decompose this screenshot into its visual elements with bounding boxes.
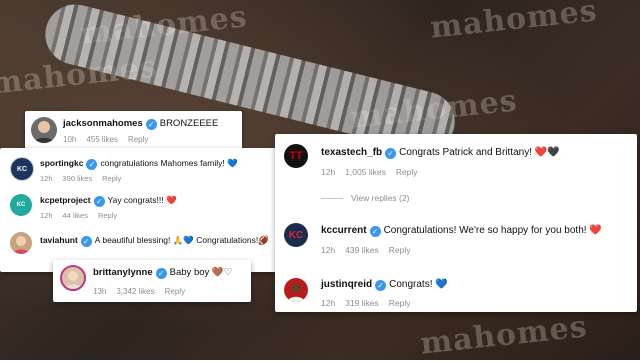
reply-button[interactable]: Reply: [389, 245, 411, 255]
comment-card-jacksonmahomes: jacksonmahomes ✓ BRONZEEEE 10h 455 likes Rep…: [25, 111, 242, 151]
comment-likes[interactable]: 1,005 likes: [345, 167, 386, 177]
comment-username[interactable]: kcpetproject: [40, 195, 91, 205]
verified-badge-icon: ✓: [86, 159, 98, 170]
comment-list-left: KC sportingkc ✓ congratulations Mahomes fa…: [0, 148, 276, 272]
avatar[interactable]: KC: [10, 194, 32, 216]
comment-text: BRONZEEEE: [159, 118, 219, 129]
reply-button[interactable]: Reply: [128, 135, 148, 144]
avatar[interactable]: [31, 117, 57, 143]
avatar[interactable]: TT: [284, 144, 308, 168]
comment-text: congratulations Mahomes family!: [100, 158, 225, 168]
comment-card-brittanylynne: brittanylynne ✓ Baby boy 🤎♡ 13h 3,342 likes…: [53, 260, 251, 302]
reply-button[interactable]: Reply: [98, 211, 117, 220]
red-heart-icon: ❤️: [534, 147, 548, 158]
kc-current-logo-icon: KC: [288, 229, 304, 241]
reply-button[interactable]: Reply: [102, 174, 121, 183]
comment-time: 10h: [63, 135, 77, 144]
comment-row: KC kcpetproject ✓ Yay congrats!!! ❤️ 12h 44…: [0, 186, 276, 226]
white-heart-icon: ♡: [223, 267, 233, 278]
comment-text: A beautiful blessing!: [94, 235, 171, 245]
comment-time: 12h: [40, 174, 53, 183]
verified-badge-icon: ✓: [385, 148, 397, 159]
comment-username[interactable]: taviahunt: [40, 235, 78, 245]
user-photo-icon: [12, 236, 30, 254]
comment-text: Baby boy: [169, 267, 210, 278]
divider: [321, 198, 343, 200]
avatar[interactable]: [60, 265, 86, 291]
black-heart-icon: 🖤: [547, 147, 560, 158]
user-photo-icon: [34, 121, 54, 143]
comment-text: Congratulations! We're so happy for you …: [383, 225, 587, 236]
avatar[interactable]: [10, 232, 32, 254]
reply-button[interactable]: Reply: [389, 298, 411, 308]
reply-button[interactable]: Reply: [165, 287, 185, 296]
reply-button[interactable]: Reply: [396, 167, 418, 177]
verified-badge-icon: ✓: [375, 280, 387, 291]
blue-heart-icon: 💙: [435, 279, 448, 290]
emoji-group-icon: 🙏💙 Congratulations!🏈: [172, 235, 269, 245]
comment-time: 12h: [321, 245, 336, 255]
comment-time: 13h: [93, 287, 107, 296]
comment-row: KC sportingkc ✓ congratulations Mahomes fa…: [0, 148, 276, 186]
comment-likes[interactable]: 455 likes: [86, 135, 118, 144]
verified-badge-icon: ✓: [80, 236, 92, 247]
avatar[interactable]: [284, 278, 308, 302]
red-heart-icon: ❤️: [166, 195, 177, 205]
sportingkc-logo-icon: KC: [16, 165, 28, 173]
texas-tech-logo-icon: TT: [289, 150, 303, 162]
comment-text: Congrats Patrick and Brittany!: [399, 147, 532, 158]
comment-list-right: TT texastech_fb ✓ Congrats Patrick and Bri…: [275, 134, 637, 312]
user-photo-icon: [64, 271, 82, 289]
comment-username[interactable]: jacksonmahomes: [63, 118, 143, 129]
comment-likes[interactable]: 390 likes: [63, 174, 93, 183]
comment-text: Congrats!: [389, 279, 433, 290]
avatar[interactable]: KC: [284, 223, 308, 247]
comment-text: Yay congrats!!!: [107, 195, 164, 205]
verified-badge-icon: ✓: [155, 268, 167, 279]
verified-badge-icon: ✓: [369, 226, 381, 237]
comment-username[interactable]: justinqreid: [321, 279, 372, 290]
verified-badge-icon: ✓: [145, 119, 157, 130]
comment-time: 12h: [321, 298, 336, 308]
comment-likes[interactable]: 44 likes: [63, 211, 88, 220]
brown-heart-icon: 🤎: [211, 267, 224, 278]
red-heart-icon: ❤️: [589, 225, 602, 236]
view-replies-link[interactable]: View replies (2): [321, 193, 419, 203]
comment-username[interactable]: texastech_fb: [321, 147, 382, 158]
user-photo-icon: [287, 283, 305, 302]
blue-heart-icon: 💙: [227, 158, 238, 168]
comment-time: 12h: [321, 167, 336, 177]
comment-likes[interactable]: 3,342 likes: [116, 287, 154, 296]
kcpetproject-logo-icon: KC: [16, 202, 26, 208]
comment-likes[interactable]: 319 likes: [345, 298, 379, 308]
comment-username[interactable]: brittanylynne: [93, 267, 153, 278]
avatar[interactable]: KC: [10, 157, 34, 181]
comment-username[interactable]: sportingkc: [40, 158, 83, 168]
comment-username[interactable]: kccurrent: [321, 225, 367, 236]
comment-time: 12h: [40, 211, 53, 220]
verified-badge-icon: ✓: [93, 196, 105, 207]
view-replies-label[interactable]: View replies (2): [351, 193, 409, 203]
comment-likes[interactable]: 439 likes: [345, 245, 379, 255]
